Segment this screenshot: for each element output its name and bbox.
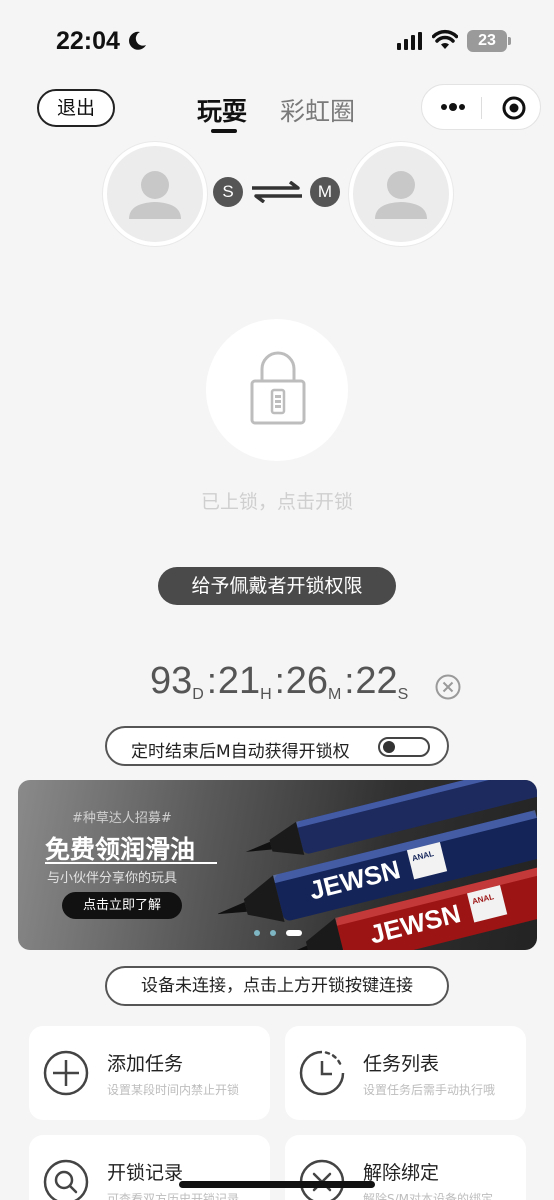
promo-banner[interactable]: JEWSN ANAL JEWSN ANAL #种草达人招募# 免费领润滑油 与小… [18,780,537,950]
card-title: 添加任务 [107,1053,184,1075]
avatar-icon [375,171,427,219]
cancel-countdown-icon[interactable] [435,674,461,700]
banner-title-underline [45,862,217,864]
timer-auto-unlock-row: 定时结束后M自动获得开锁权 [105,726,449,766]
countdown-minutes-unit: M [328,686,342,703]
exit-button[interactable]: 退出 [37,89,115,127]
banner-subtitle: 与小伙伴分享你的玩具 [47,871,178,886]
avatar-s[interactable] [103,142,207,246]
grant-unlock-permission-button[interactable]: 给予佩戴者开锁权限 [158,567,396,605]
card-subtitle: 可查看双方历史开锁记录 [107,1192,240,1200]
card-subtitle: 设置任务后需手动执行哦 [363,1083,496,1097]
toggle-knob [383,741,395,753]
banner-learn-more-button[interactable]: 点击立即了解 [62,892,182,919]
card-title: 任务列表 [363,1053,440,1075]
more-icon[interactable] [440,102,466,112]
battery-icon: 23 [467,30,507,52]
moon-icon [129,31,146,50]
card-subtitle: 设置某段时间内禁止开锁 [107,1083,240,1097]
clock-icon [299,1050,345,1096]
mini-program-capsule [421,84,541,130]
tab-rainbow-circle[interactable]: 彩虹圈 [280,92,355,128]
unbind-card[interactable]: 解除绑定 解除S/M对本设备的绑定 [285,1135,526,1200]
status-bar: 22:04 23 [0,0,554,80]
countdown-hours: 21 [217,660,261,702]
status-time: 22:04 [56,27,120,55]
lock-button[interactable] [206,319,348,461]
s-badge: S [213,177,243,207]
carousel-dot[interactable] [270,930,276,936]
card-title: 开锁记录 [107,1162,184,1184]
plus-circle-icon [43,1050,89,1096]
wifi-icon [432,29,458,49]
tab-active-indicator [211,129,237,133]
countdown-seconds-unit: S [397,686,409,703]
add-task-card[interactable]: 添加任务 设置某段时间内禁止开锁 [29,1026,270,1120]
countdown-colon: : [344,660,355,701]
timer-auto-unlock-toggle[interactable] [378,737,430,757]
carousel-dot[interactable] [254,930,260,936]
countdown: 93D:21H:26M:22S [150,660,410,710]
countdown-colon: : [274,660,285,701]
signal-icon [397,32,422,50]
countdown-hours-unit: H [260,686,272,703]
carousel-dot-active[interactable] [286,930,302,936]
home-indicator[interactable] [179,1181,375,1188]
countdown-colon: : [206,660,217,701]
timer-auto-unlock-label: 定时结束后M自动获得开锁权 [131,742,350,762]
lock-icon [250,351,306,425]
search-icon [43,1159,89,1200]
card-subtitle: 解除S/M对本设备的绑定 [363,1192,494,1200]
lock-status-text: 已上锁，点击开锁 [200,491,353,513]
lubricant-tubes-image: JEWSN ANAL JEWSN ANAL [218,780,537,950]
unbind-icon [299,1159,345,1200]
card-title: 解除绑定 [363,1162,440,1184]
unlock-history-card[interactable]: 开锁记录 可查看双方历史开锁记录 [29,1135,270,1200]
swap-arrows-icon [252,181,302,203]
avatar-m[interactable] [349,142,453,246]
avatar-icon [129,171,181,219]
battery-tip [508,37,511,45]
m-badge: M [310,177,340,207]
countdown-minutes: 26 [285,660,328,702]
banner-title: 免费领润滑油 [45,835,196,864]
device-connect-button[interactable]: 设备未连接，点击上方开锁按键连接 [105,966,449,1006]
countdown-days: 93 [150,660,193,702]
task-list-card[interactable]: 任务列表 设置任务后需手动执行哦 [285,1026,526,1120]
countdown-seconds: 22 [355,660,398,702]
target-icon[interactable] [502,96,526,120]
countdown-days-unit: D [192,686,204,703]
capsule-divider [481,97,482,119]
banner-tag: #种草达人招募# [72,811,172,826]
tab-play[interactable]: 玩耍 [197,92,247,128]
